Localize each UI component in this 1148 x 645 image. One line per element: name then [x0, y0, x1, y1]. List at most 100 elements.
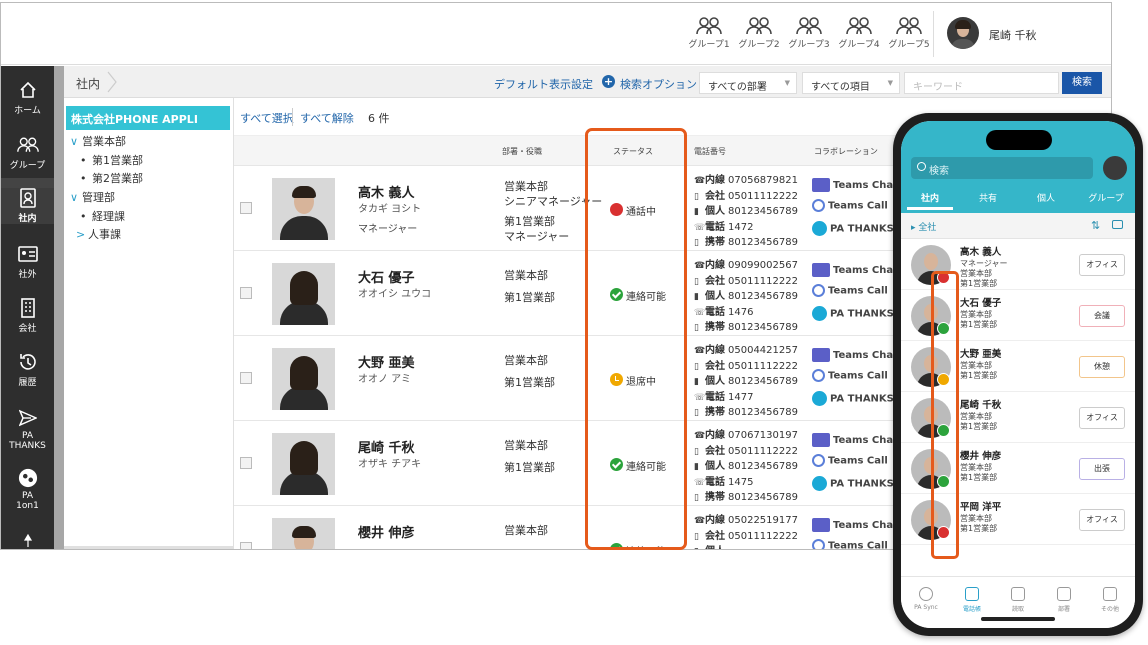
phone-line[interactable]: ▯ 会社 05011112222 [694, 442, 798, 457]
sort-icon[interactable]: ⇅ [1091, 219, 1100, 232]
row-checkbox[interactable] [240, 372, 252, 384]
phone-line[interactable]: ☎内線 07056879821 [694, 171, 798, 186]
phone-line[interactable]: ▮ 個人 80123456789 [694, 457, 798, 472]
column-header-dept[interactable]: 部署・役職 [502, 146, 542, 157]
group-5-button[interactable]: グループ5 [887, 17, 931, 50]
mobile-tab-personal[interactable]: 個人 [1017, 191, 1075, 204]
group-2-button[interactable]: グループ2 [737, 17, 781, 50]
phone-line[interactable]: ▮ 個人 80123456789 [694, 202, 798, 217]
mobile-user-avatar[interactable] [1103, 156, 1127, 180]
phone-line[interactable]: ☎内線 07067130197 [694, 426, 798, 441]
teams-call-button[interactable]: Teams Call [812, 539, 888, 549]
mobile-location-badge[interactable]: オフィス [1079, 407, 1125, 429]
sidebar-item-history[interactable]: 履歴 [1, 352, 54, 388]
tree-node[interactable]: • 第2営業部 [80, 170, 143, 186]
phone-line[interactable]: ☎内線 05022519177 [694, 511, 798, 526]
mobile-nav-pa-sync[interactable]: PA Sync [903, 587, 949, 611]
user-name[interactable]: 尾崎 千秋 [989, 27, 1037, 43]
pa-thanks-button[interactable]: PA THANKS [812, 476, 894, 491]
person-name[interactable]: 高木 義人 [358, 182, 415, 201]
sidebar-item-pa-1on1[interactable]: PA 1on1 [1, 468, 54, 511]
mobile-location-badge[interactable]: オフィス [1079, 509, 1125, 531]
search-button[interactable]: 検索 [1062, 72, 1102, 94]
tree-node[interactable]: • 第1営業部 [80, 152, 143, 168]
phone-line[interactable]: ▮ 個人 80123456789 [694, 287, 798, 302]
row-checkbox[interactable] [240, 202, 252, 214]
pa-thanks-button[interactable]: PA THANKS [812, 221, 894, 236]
mobile-nav-scan[interactable]: 読取 [995, 587, 1041, 613]
group-4-button[interactable]: グループ4 [837, 17, 881, 50]
user-avatar[interactable] [947, 17, 979, 49]
group-3-button[interactable]: グループ3 [787, 17, 831, 50]
mobile-nav-dept[interactable]: 部署 [1041, 587, 1087, 613]
pa-thanks-button[interactable]: PA THANKS [812, 306, 894, 321]
sidebar-item-internal[interactable]: 社内 [1, 188, 54, 224]
group-1-button[interactable]: グループ1 [687, 17, 731, 50]
tree-node[interactable]: ∨ 営業本部 [70, 133, 126, 149]
phone-line[interactable]: ☏電話 1475 [694, 473, 753, 488]
phone-line[interactable]: ☎内線 09099002567 [694, 256, 798, 271]
person-name[interactable]: 大石 優子 [358, 267, 415, 286]
row-checkbox[interactable] [240, 457, 252, 469]
teams-chat-button[interactable]: Teams Chat [812, 348, 898, 362]
phone-line[interactable]: ☏電話 1476 [694, 303, 753, 318]
row-checkbox[interactable] [240, 542, 252, 549]
keyword-input[interactable]: キーワード [904, 72, 1059, 94]
phone-line[interactable]: ▯ 会社 05011112222 [694, 187, 798, 202]
column-header-collab[interactable]: コラボレーション [814, 146, 878, 157]
phone-line[interactable]: ▯ 会社 05011112222 [694, 272, 798, 287]
teams-call-button[interactable]: Teams Call [812, 199, 888, 212]
teams-chat-button[interactable]: Teams Chat [812, 518, 898, 532]
row-checkbox[interactable] [240, 287, 252, 299]
sidebar-item-external[interactable]: 社外 [1, 244, 54, 280]
message-icon[interactable] [1112, 220, 1123, 229]
mobile-location-badge[interactable]: 会議 [1079, 305, 1125, 327]
teams-chat-button[interactable]: Teams Chat [812, 263, 898, 277]
teams-chat-button[interactable]: Teams Chat [812, 178, 898, 192]
phone-line[interactable]: ▯ 会社 05011112222 [694, 357, 798, 372]
sidebar-item-home[interactable]: ホーム [1, 80, 54, 116]
tree-node[interactable]: ∨ 管理部 [70, 189, 115, 205]
sidebar-pin-icon[interactable] [1, 533, 54, 549]
phone-line[interactable]: ▮個人 [694, 542, 728, 549]
phone-line[interactable]: ☎内線 05004421257 [694, 341, 798, 356]
mobile-tab-group[interactable]: グループ [1077, 191, 1135, 204]
mobile-nav-more[interactable]: その他 [1087, 587, 1133, 613]
select-all-link[interactable]: すべて選択 [240, 110, 294, 126]
teams-call-button[interactable]: Teams Call [812, 454, 888, 467]
mobile-location-badge[interactable]: 出張 [1079, 458, 1125, 480]
mobile-tab-internal[interactable]: 社内 [901, 191, 959, 204]
teams-chat-button[interactable]: Teams Chat [812, 433, 898, 447]
tree-node[interactable]: • 経理課 [80, 208, 125, 224]
sidebar-item-pa-thanks[interactable]: PA THANKS [1, 408, 54, 451]
column-header-phone[interactable]: 電話番号 [694, 146, 726, 157]
mobile-search-input[interactable]: 検索 [911, 157, 1093, 179]
pa-thanks-button[interactable]: PA THANKS [812, 391, 894, 406]
phone-line[interactable]: ▯ 携帯 80123456789 [694, 403, 798, 418]
tree-node[interactable]: > 人事課 [76, 226, 121, 242]
department-select[interactable]: すべての部署 ▼ [699, 72, 797, 94]
sidebar-item-company[interactable]: 会社 [1, 298, 54, 334]
phone-line[interactable]: ☏電話 1472 [694, 218, 753, 233]
breadcrumb[interactable]: 社内 [76, 75, 100, 92]
phone-line[interactable]: ▯ 携帯 80123456789 [694, 318, 798, 333]
phone-line[interactable]: ▯ 携帯 80123456789 [694, 488, 798, 503]
tree-root-company[interactable]: 株式会社PHONE APPLI [66, 106, 230, 130]
field-select[interactable]: すべての項目 ▼ [802, 72, 900, 94]
teams-call-button[interactable]: Teams Call [812, 284, 888, 297]
mobile-location-badge[interactable]: オフィス [1079, 254, 1125, 276]
phone-line[interactable]: ▯ 会社 05011112222 [694, 527, 798, 542]
mobile-nav-phonebook[interactable]: 電話帳 [949, 587, 995, 613]
phone-line[interactable]: ☏電話 1477 [694, 388, 753, 403]
mobile-scope-selector[interactable]: ▸ 全社 [911, 220, 936, 233]
default-view-settings-link[interactable]: デフォルト表示設定 [494, 76, 593, 92]
search-options-link[interactable]: 検索オプション [620, 76, 697, 92]
phone-line[interactable]: ▮ 個人 80123456789 [694, 372, 798, 387]
person-name[interactable]: 大野 亜美 [358, 352, 415, 371]
phone-line[interactable]: ▯ 携帯 80123456789 [694, 233, 798, 248]
mobile-tab-shared[interactable]: 共有 [959, 191, 1017, 204]
mobile-location-badge[interactable]: 休憩 [1079, 356, 1125, 378]
sidebar-item-group[interactable]: グループ [1, 135, 54, 171]
teams-call-button[interactable]: Teams Call [812, 369, 888, 382]
person-name[interactable]: 尾崎 千秋 [358, 437, 415, 456]
